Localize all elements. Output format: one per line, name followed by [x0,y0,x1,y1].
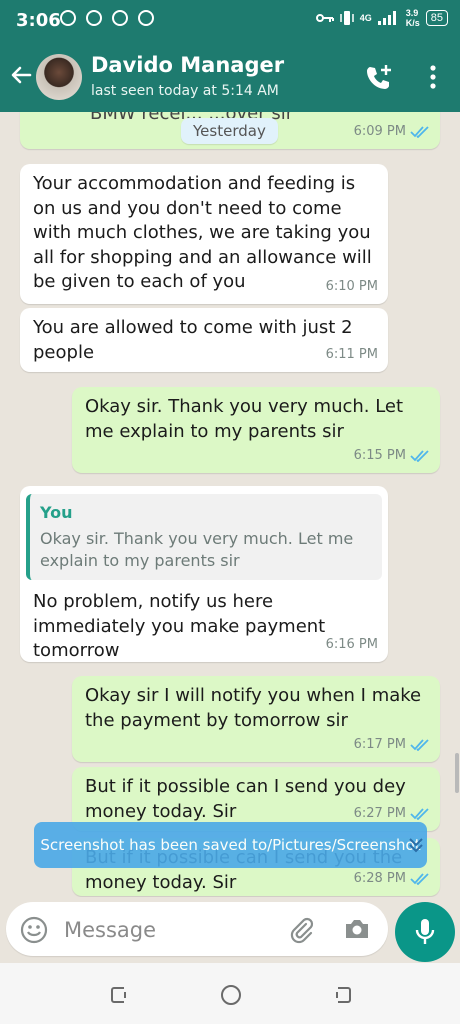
status-time: 3:06 [16,10,61,31]
composer-bar [0,897,460,963]
status-bar: 3:06 4G 3.9 K/s 85 [0,0,460,40]
message-meta: 6:15 PM [354,444,430,469]
message-time: 6:17 PM [353,736,406,752]
quoted-text: Okay sir. Thank you very much. Let me ex… [40,529,354,570]
camera-icon[interactable] [343,916,371,942]
battery-indicator: 85 [425,10,448,26]
more-options-icon[interactable] [428,64,438,90]
contact-name[interactable]: Davido Manager [91,53,284,77]
message-time: 6:10 PM [325,278,378,294]
chrome-notification-icon [112,10,128,26]
signal-icon [377,11,396,25]
message-time: 6:11 PM [325,346,378,362]
message-meta: 6:10 PM [326,275,378,300]
screenshot-toast: Screenshot has been saved to/Pictures/Sc… [34,822,427,868]
network-speed-unit: K/s [405,18,420,28]
network-speed: 3.9 K/s [406,8,420,28]
read-receipt-icon [410,739,429,751]
message-input[interactable] [62,912,286,948]
quoted-sender: You [40,503,73,522]
app-notification-icon-2 [138,10,154,26]
message-text: Okay sir I will notify you when I make t… [85,685,422,731]
emoji-icon[interactable] [20,916,48,944]
message-meta: 6:11 PM [326,343,378,368]
game-notification-icon [60,10,76,26]
message-time: 6:16 PM [325,636,378,652]
message-meta: 6:16 PM [326,633,378,658]
last-seen-status[interactable]: last seen today at 5:14 AM [91,83,279,99]
back-arrow-icon[interactable] [8,62,34,88]
scroll-down-chevron-icon[interactable] [405,834,427,856]
read-receipt-icon [410,126,429,138]
add-call-icon[interactable] [364,63,394,93]
quoted-message[interactable]: You Okay sir. Thank you very much. Let m… [26,494,382,580]
message-bubble-outgoing[interactable]: Okay sir I will notify you when I make t… [72,676,440,762]
message-meta: 6:28 PM [354,867,430,892]
recent-apps-icon[interactable] [108,984,130,1006]
message-bubble-outgoing[interactable]: Okay sir. Thank you very much. Let me ex… [72,387,440,473]
message-text: Your accommodation and feeding is on us … [33,173,372,292]
attach-paperclip-icon[interactable] [288,916,316,944]
notification-icons [60,10,154,26]
message-meta: 6:09 PM [354,120,430,145]
network-speed-value: 3.9 [405,8,419,18]
message-bubble-incoming[interactable]: Your accommodation and feeding is on us … [20,164,388,304]
read-receipt-icon [410,808,429,820]
app-notification-icon [86,10,102,26]
voice-message-button[interactable] [395,902,455,962]
read-receipt-icon [410,873,429,885]
message-time: 6:28 PM [353,870,406,886]
vibrate-icon [339,11,354,25]
scrollbar-thumb[interactable] [455,753,459,793]
chat-header: Davido Manager last seen today at 5:14 A… [0,40,460,112]
message-time: 6:15 PM [353,447,406,463]
message-text: Okay sir. Thank you very much. Let me ex… [85,396,404,442]
date-chip: Yesterday [181,118,278,144]
network-type: 4G [359,13,372,23]
message-input-pill[interactable] [6,902,388,956]
read-receipt-icon [410,450,429,462]
message-text: You are allowed to come with just 2 peop… [33,317,353,363]
home-icon[interactable] [220,984,242,1006]
contact-avatar[interactable] [36,54,82,100]
chat-area[interactable]: BMW recei... ...over sir 6:09 PM Yesterd… [0,112,460,897]
key-icon [315,14,334,22]
message-time: 6:09 PM [353,123,406,139]
status-right: 4G 3.9 K/s 85 [315,8,448,28]
system-nav-bar [0,963,460,1024]
message-bubble-incoming[interactable]: You Okay sir. Thank you very much. Let m… [20,486,388,662]
message-text: No problem, notify us here immediately y… [33,591,326,661]
microphone-icon [415,919,435,944]
message-bubble-incoming[interactable]: You are allowed to come with just 2 peop… [20,308,388,372]
back-nav-icon[interactable] [332,984,354,1006]
message-meta: 6:17 PM [354,733,430,758]
